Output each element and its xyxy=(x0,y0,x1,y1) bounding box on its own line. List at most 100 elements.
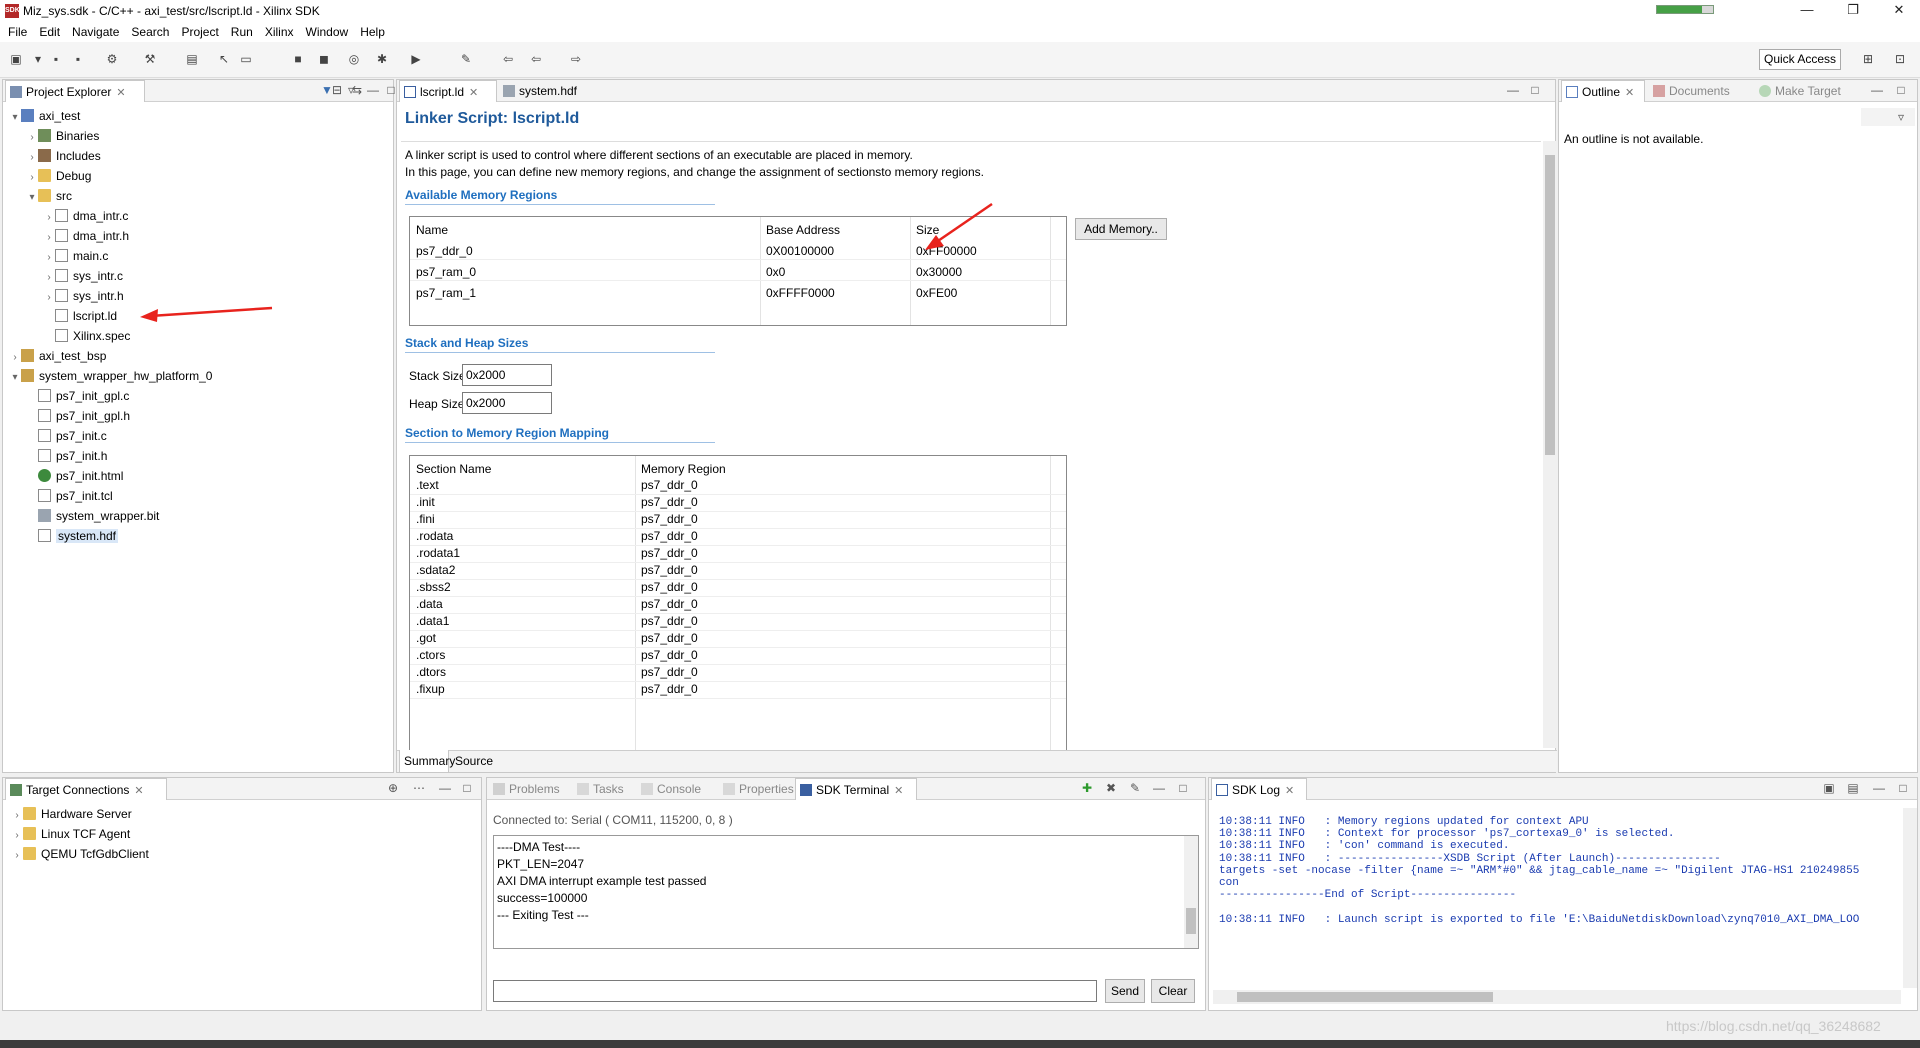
collapse-icon[interactable]: › xyxy=(9,348,21,368)
maximize-icon[interactable]: □ xyxy=(1527,83,1543,97)
tree-item[interactable]: lscript.ld xyxy=(43,306,117,326)
xsdb-icon[interactable]: ◼ xyxy=(316,51,332,67)
program-icon[interactable]: ▤ xyxy=(184,51,200,67)
menu-xilinx[interactable]: Xilinx xyxy=(265,25,294,39)
memory-region-cell[interactable]: ps7_ddr_0 xyxy=(641,665,698,679)
minimize-icon[interactable]: — xyxy=(437,781,453,795)
tab-sdk-terminal[interactable]: SDK Terminal ✕ xyxy=(795,778,917,800)
section-name-cell[interactable]: .rodata1 xyxy=(416,546,460,560)
collapse-icon[interactable]: › xyxy=(26,148,38,168)
expand-icon[interactable]: ▾ xyxy=(9,368,21,388)
memory-region-cell[interactable]: ps7_ddr_0 xyxy=(641,478,698,492)
external-tools-icon[interactable]: ✎ xyxy=(458,51,474,67)
stack-size-input[interactable]: 0x2000 xyxy=(462,364,552,386)
collapse-icon[interactable]: › xyxy=(26,168,38,188)
memory-region-cell[interactable]: ps7_ddr_0 xyxy=(641,648,698,662)
tree-item[interactable]: system_wrapper.bit xyxy=(26,506,159,526)
tree-item[interactable]: system.hdf xyxy=(26,526,119,546)
back-icon[interactable]: ⇦ xyxy=(500,51,516,67)
collapse-icon[interactable]: › xyxy=(43,248,55,268)
tree-item[interactable]: ▾ axi_test xyxy=(9,106,80,126)
tab-target-connections[interactable]: Target Connections ✕ xyxy=(5,778,167,800)
column-header-memory-region[interactable]: Memory Region xyxy=(641,462,726,476)
tab-summary[interactable]: Summary xyxy=(399,750,455,772)
tree-item[interactable]: › dma_intr.h xyxy=(43,226,129,246)
memory-size-cell[interactable]: 0xFE00 xyxy=(916,286,957,300)
column-header-size[interactable]: Size xyxy=(916,223,939,237)
run-icon[interactable]: ▶ xyxy=(408,51,424,67)
tab-console[interactable]: Console xyxy=(637,778,717,800)
expand-icon[interactable]: ▾ xyxy=(9,108,21,128)
tree-item[interactable]: › sys_intr.h xyxy=(43,286,124,306)
clear-console-icon[interactable]: ✎ xyxy=(1127,781,1143,795)
tree-item[interactable]: Xilinx.spec xyxy=(43,326,130,346)
tree-item[interactable]: ps7_init.html xyxy=(26,466,123,486)
tree-item[interactable]: ps7_init_gpl.c xyxy=(26,386,129,406)
menu-project[interactable]: Project xyxy=(181,25,218,39)
view-menu-icon[interactable]: ▿ xyxy=(1893,110,1909,124)
tab-documents[interactable]: Documents xyxy=(1649,80,1755,102)
pointer-icon[interactable]: ↖ xyxy=(216,51,232,67)
section-name-cell[interactable]: .sbss2 xyxy=(416,580,451,594)
connections-menu-icon[interactable]: ⋯ xyxy=(411,781,427,795)
memory-base-cell[interactable]: 0xFFFF0000 xyxy=(766,286,835,300)
target-icon[interactable]: ◎ xyxy=(346,51,362,67)
section-name-cell[interactable]: .text xyxy=(416,478,439,492)
terminal-send-input[interactable] xyxy=(493,980,1097,1002)
minimize-button[interactable]: — xyxy=(1784,0,1830,22)
section-name-cell[interactable]: .data1 xyxy=(416,614,449,628)
minimize-icon[interactable]: — xyxy=(1869,83,1885,97)
memory-region-cell[interactable]: ps7_ddr_0 xyxy=(641,597,698,611)
memory-region-cell[interactable]: ps7_ddr_0 xyxy=(641,563,698,577)
tab-outline[interactable]: Outline ✕ xyxy=(1561,80,1645,102)
debug-icon[interactable]: ✱ xyxy=(374,51,390,67)
tree-item[interactable]: ps7_init_gpl.h xyxy=(26,406,130,426)
close-icon[interactable]: ✕ xyxy=(116,87,125,99)
clear-log-icon[interactable]: ▤ xyxy=(1845,781,1861,795)
close-icon[interactable]: ✕ xyxy=(1285,785,1294,797)
dropdown-icon[interactable]: ▾ xyxy=(30,51,46,67)
close-icon[interactable]: ✕ xyxy=(134,785,143,797)
tree-item[interactable]: › axi_test_bsp xyxy=(9,346,106,366)
collapse-icon[interactable]: › xyxy=(43,228,55,248)
new-icon[interactable]: ▣ xyxy=(8,51,24,67)
minimize-icon[interactable]: — xyxy=(1151,781,1167,795)
export-log-icon[interactable]: ▣ xyxy=(1821,781,1837,795)
view-menu-icon[interactable]: ▿ xyxy=(343,83,359,97)
memory-region-cell[interactable]: ps7_ddr_0 xyxy=(641,529,698,543)
memory-region-cell[interactable]: ps7_ddr_0 xyxy=(641,580,698,594)
maximize-icon[interactable]: □ xyxy=(1895,781,1911,795)
log-hscrollbar[interactable] xyxy=(1213,990,1901,1004)
tab-tasks[interactable]: Tasks xyxy=(573,778,635,800)
tree-item[interactable]: › Binaries xyxy=(26,126,99,146)
section-name-cell[interactable]: .init xyxy=(416,495,435,509)
add-icon[interactable]: ✚ xyxy=(1079,781,1095,795)
filter-icon[interactable]: ▼ xyxy=(319,83,335,97)
editor-scrollbar[interactable] xyxy=(1543,141,1557,748)
section-name-cell[interactable]: .dtors xyxy=(416,665,446,679)
terminal-icon[interactable]: ▭ xyxy=(238,51,254,67)
open-perspective-icon[interactable]: ⊞ xyxy=(1860,51,1876,67)
tab-make-target[interactable]: Make Target xyxy=(1755,80,1861,102)
memory-name-cell[interactable]: ps7_ram_1 xyxy=(416,286,476,300)
memory-size-cell[interactable]: 0xFF00000 xyxy=(916,244,977,258)
maximize-icon[interactable]: □ xyxy=(1175,781,1191,795)
memory-region-cell[interactable]: ps7_ddr_0 xyxy=(641,631,698,645)
maximize-icon[interactable]: □ xyxy=(1893,83,1909,97)
memory-name-cell[interactable]: ps7_ddr_0 xyxy=(416,244,473,258)
tree-item[interactable]: › main.c xyxy=(43,246,108,266)
section-name-cell[interactable]: .rodata xyxy=(416,529,453,543)
clear-button[interactable]: Clear xyxy=(1151,979,1195,1003)
memory-region-cell[interactable]: ps7_ddr_0 xyxy=(641,682,698,696)
tab-system-hdf[interactable]: system.hdf xyxy=(499,80,589,102)
tab-lscript[interactable]: lscript.ld ✕ xyxy=(399,80,497,102)
memory-base-cell[interactable]: 0x0 xyxy=(766,265,785,279)
memory-region-cell[interactable]: ps7_ddr_0 xyxy=(641,495,698,509)
tab-source[interactable]: Source xyxy=(451,750,497,772)
quick-access-field[interactable]: Quick Access xyxy=(1759,49,1841,70)
section-name-cell[interactable]: .sdata2 xyxy=(416,563,455,577)
minimize-icon[interactable]: — xyxy=(365,83,381,97)
section-name-cell[interactable]: .got xyxy=(416,631,436,645)
connection-linux-tcf[interactable]: › Linux TCF Agent xyxy=(11,824,130,844)
log-scrollbar[interactable] xyxy=(1903,808,1917,988)
